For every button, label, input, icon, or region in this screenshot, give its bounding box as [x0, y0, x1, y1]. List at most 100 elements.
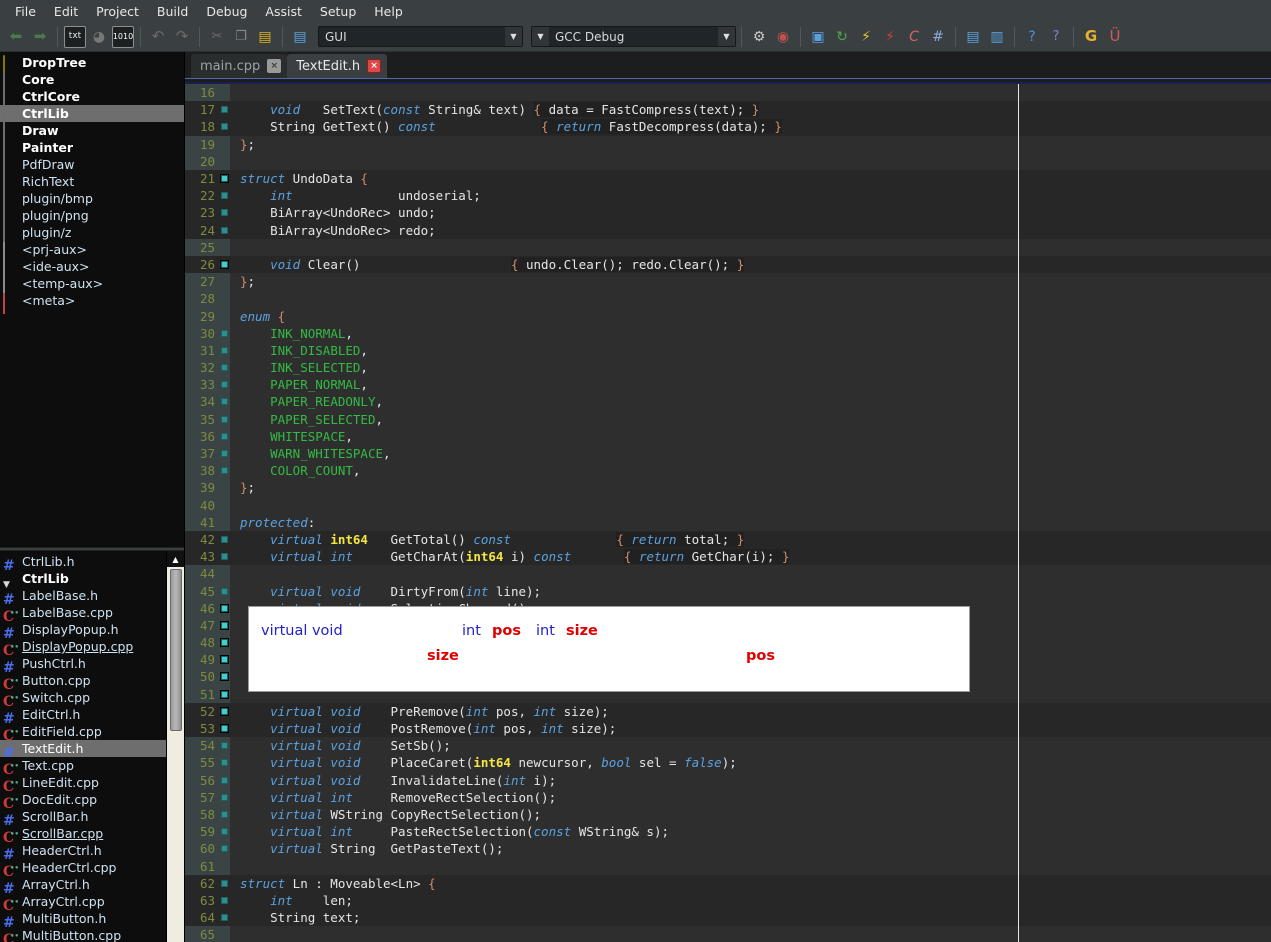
file-list[interactable]: #CtrlLib.h▼CtrlLib#LabelBase.hCLabelBase…: [0, 551, 184, 942]
editor-tab[interactable]: main.cpp×: [191, 54, 287, 78]
breakpoint-marker[interactable]: [218, 794, 230, 801]
redo-icon[interactable]: ↷: [171, 26, 193, 48]
menu-item-edit[interactable]: Edit: [45, 2, 87, 21]
breakpoint-marker[interactable]: [218, 673, 230, 680]
menu-item-debug[interactable]: Debug: [197, 2, 256, 21]
breakpoint-marker[interactable]: [218, 777, 230, 784]
code-line[interactable]: 19};: [185, 136, 1271, 153]
code-line[interactable]: 16: [185, 84, 1271, 101]
cut-icon[interactable]: ✂: [206, 26, 228, 48]
close-icon[interactable]: ×: [267, 59, 281, 73]
code-line[interactable]: 31 INK_DISABLED,: [185, 342, 1271, 359]
code-line[interactable]: 44: [185, 565, 1271, 582]
file-item[interactable]: ▼CtrlLib: [0, 570, 184, 587]
code-line[interactable]: 30 INK_NORMAL,: [185, 325, 1271, 342]
file-item[interactable]: #TextEdit.h: [0, 740, 184, 757]
menu-item-build[interactable]: Build: [148, 2, 197, 21]
export-icon[interactable]: ▤: [962, 26, 984, 48]
package-item[interactable]: plugin/z: [0, 224, 184, 241]
breakpoint-marker[interactable]: [218, 725, 230, 732]
code-line[interactable]: 24 BiArray<UndoRec> redo;: [185, 222, 1271, 239]
file-item[interactable]: CButton.cpp: [0, 672, 184, 689]
code-line[interactable]: 62struct Ln : Moveable<Ln> {: [185, 875, 1271, 892]
menu-item-assist[interactable]: Assist: [256, 2, 310, 21]
editor-tab[interactable]: TextEdit.h×: [287, 54, 387, 78]
code-line[interactable]: 41protected:: [185, 514, 1271, 531]
scrollbar-thumb[interactable]: [170, 569, 182, 731]
code-line[interactable]: 45 virtual void DirtyFrom(int line);: [185, 582, 1271, 599]
code-line[interactable]: 23 BiArray<UndoRec> undo;: [185, 204, 1271, 221]
menu-item-help[interactable]: Help: [365, 2, 412, 21]
code-line[interactable]: 42 virtual int64 GetTotal() const { retu…: [185, 531, 1271, 548]
breakpoint-marker[interactable]: [218, 364, 230, 371]
breakpoint-marker[interactable]: [218, 123, 230, 130]
code-line[interactable]: 60 virtual String GetPasteText();: [185, 840, 1271, 857]
code-line[interactable]: 59 virtual int PasteRectSelection(const …: [185, 823, 1271, 840]
code-line[interactable]: 43 virtual int GetCharAt(int64 i) const …: [185, 548, 1271, 565]
file-item[interactable]: CSwitch.cpp: [0, 689, 184, 706]
breakpoint-marker[interactable]: [218, 828, 230, 835]
palette-icon[interactable]: ◕: [88, 26, 110, 48]
code-line[interactable]: 40: [185, 497, 1271, 514]
menu-item-project[interactable]: Project: [87, 2, 148, 21]
code-line[interactable]: 28: [185, 290, 1271, 307]
breakpoint-marker[interactable]: [218, 742, 230, 749]
breakpoint-marker[interactable]: [218, 227, 230, 234]
package-list[interactable]: DropTreeCoreCtrlCoreCtrlLibDrawPainterPd…: [0, 52, 184, 547]
file-item[interactable]: #MultiButton.h: [0, 910, 184, 927]
code-line[interactable]: 36 WHITESPACE,: [185, 428, 1271, 445]
breakpoint-marker[interactable]: [218, 467, 230, 474]
hash-icon[interactable]: #: [927, 26, 949, 48]
breakpoint-marker[interactable]: [218, 845, 230, 852]
code-line[interactable]: 55 virtual void PlaceCaret(int64 newcurs…: [185, 754, 1271, 771]
chevron-down-icon[interactable]: ▼: [505, 27, 522, 46]
breakpoint-marker[interactable]: [218, 433, 230, 440]
topic-help-icon[interactable]: ?: [1045, 26, 1067, 48]
breakpoint-marker[interactable]: [218, 209, 230, 216]
code-line[interactable]: 17 void SetText(const String& text) { da…: [185, 101, 1271, 118]
package-item[interactable]: plugin/bmp: [0, 190, 184, 207]
breakpoint-marker[interactable]: [218, 656, 230, 663]
code-line[interactable]: 20: [185, 153, 1271, 170]
code-line[interactable]: 26 void Clear() { undo.Clear(); redo.Cle…: [185, 256, 1271, 273]
code-line[interactable]: 32 INK_SELECTED,: [185, 359, 1271, 376]
breakpoint-marker[interactable]: [218, 192, 230, 199]
build-icon[interactable]: ⚙: [748, 26, 770, 48]
code-line[interactable]: 27};: [185, 273, 1271, 290]
file-item[interactable]: CMultiButton.cpp: [0, 927, 184, 942]
file-item[interactable]: CText.cpp: [0, 757, 184, 774]
find-in-files-icon[interactable]: ▤: [289, 26, 311, 48]
close-icon[interactable]: ×: [367, 59, 381, 73]
code-line[interactable]: 52 virtual void PreRemove(int pos, int s…: [185, 703, 1271, 720]
code-line[interactable]: 25: [185, 239, 1271, 256]
code-line[interactable]: 54 virtual void SetSb();: [185, 737, 1271, 754]
breakpoint-marker[interactable]: [218, 398, 230, 405]
breakpoint-marker[interactable]: [218, 553, 230, 560]
breakpoint-marker[interactable]: [218, 880, 230, 887]
google-icon[interactable]: G: [1080, 26, 1102, 48]
breakpoint-marker[interactable]: [218, 914, 230, 921]
breakpoint-marker[interactable]: [218, 175, 230, 182]
code-line[interactable]: 33 PAPER_NORMAL,: [185, 376, 1271, 393]
file-item[interactable]: #CtrlLib.h: [0, 553, 184, 570]
code-line[interactable]: 63 int len;: [185, 892, 1271, 909]
code-line[interactable]: 56 virtual void InvalidateLine(int i);: [185, 772, 1271, 789]
menu-item-setup[interactable]: Setup: [311, 2, 365, 21]
package-item[interactable]: DropTree: [0, 54, 184, 71]
code-line[interactable]: 22 int undoserial;: [185, 187, 1271, 204]
code-line[interactable]: 61: [185, 857, 1271, 874]
file-item[interactable]: #DisplayPopup.h: [0, 621, 184, 638]
package-item[interactable]: Core: [0, 71, 184, 88]
build-config-combo[interactable]: ▼ GCC Debug ▼: [531, 26, 736, 47]
c-lang-icon[interactable]: C: [903, 26, 925, 48]
text-view-icon[interactable]: txt: [64, 26, 86, 48]
file-item[interactable]: CEditField.cpp: [0, 723, 184, 740]
debug-run-icon[interactable]: ↻: [831, 26, 853, 48]
code-line[interactable]: 35 PAPER_SELECTED,: [185, 411, 1271, 428]
code-line[interactable]: 29enum {: [185, 307, 1271, 324]
rebuild-icon[interactable]: ◉: [772, 26, 794, 48]
breakpoint-marker[interactable]: [218, 381, 230, 388]
help-icon[interactable]: ?: [1021, 26, 1043, 48]
package-item[interactable]: <meta>: [0, 292, 184, 309]
file-item[interactable]: CDocEdit.cpp: [0, 791, 184, 808]
